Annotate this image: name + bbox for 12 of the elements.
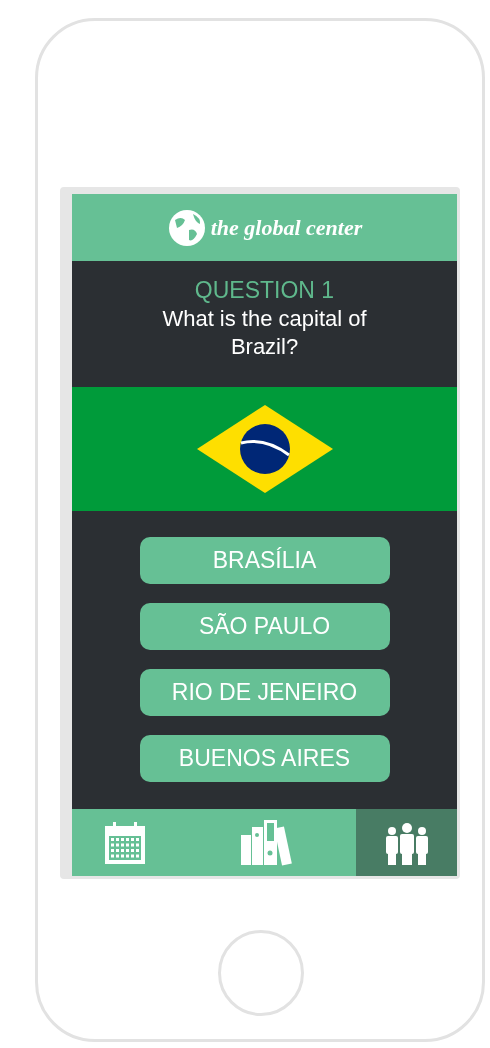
question-text: What is the capital of Brazil? — [161, 305, 368, 361]
answer-button[interactable]: BUENOS AIRES — [139, 735, 390, 782]
answer-button[interactable]: BRASÍLIA — [139, 537, 390, 584]
books-icon — [239, 818, 295, 867]
tab-button[interactable] — [356, 809, 457, 876]
globe-icon — [166, 207, 207, 248]
calendar-icon — [102, 819, 148, 866]
question-label: QUESTION 1 — [194, 276, 335, 305]
home-button[interactable] — [218, 930, 304, 1016]
answer-button[interactable]: RIO DE JENEIRO — [139, 669, 390, 716]
logo-text: the global center — [210, 214, 363, 242]
answer-button[interactable]: SÃO PAULO — [139, 603, 390, 650]
